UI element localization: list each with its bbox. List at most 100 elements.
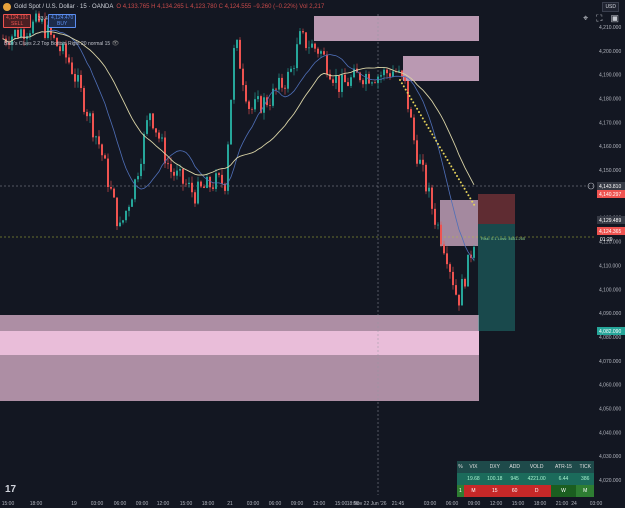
trail-dot <box>438 146 441 149</box>
time-tick: 03:00 <box>424 501 437 507</box>
indicator-legend[interactable]: Blue's Clues 2.2 Top Bottom Right 20 nor… <box>4 40 119 47</box>
candle <box>221 174 223 184</box>
buy-label: BUY <box>56 21 68 27</box>
candle <box>293 68 295 69</box>
candle <box>140 163 142 177</box>
price-tick: 4,190.000 <box>599 73 621 79</box>
candle <box>269 105 271 106</box>
table-header-cell: DXY <box>483 461 507 473</box>
candle <box>350 77 352 86</box>
time-tick: 18:00 <box>30 501 43 507</box>
price-tick: 4,040.000 <box>599 430 621 436</box>
candle <box>398 70 400 72</box>
supply-zone <box>440 200 478 246</box>
table-cell: 19.68 <box>463 473 484 485</box>
trail-dot <box>448 162 451 165</box>
candle <box>92 113 94 138</box>
candle <box>29 33 31 37</box>
candle <box>410 109 412 118</box>
table-cell: 1 <box>457 485 464 497</box>
candle <box>125 210 127 221</box>
candle <box>236 39 238 49</box>
candle <box>194 192 196 204</box>
table-cell: 4221.00 <box>522 473 551 485</box>
time-tick: 15:00 <box>180 501 193 507</box>
crosshair-icon[interactable]: ⌖ <box>583 13 588 24</box>
position-label: Risk: 0.1 Loss: 4651.265 <box>481 236 526 241</box>
candle <box>179 169 181 171</box>
candle <box>302 31 304 33</box>
trail-dot <box>465 191 468 193</box>
currency-button[interactable]: USD <box>602 2 619 12</box>
candle <box>320 51 322 54</box>
trail-dot <box>456 175 458 177</box>
time-tick: 21:45 <box>392 501 405 507</box>
trail-dot <box>412 101 415 104</box>
trail-dot <box>427 127 430 129</box>
price-tick: 4,100.000 <box>599 287 621 293</box>
candle <box>71 62 73 74</box>
candle <box>68 57 70 63</box>
supply-zone <box>403 56 479 81</box>
sell-button[interactable]: 4,124.191 SELL <box>3 14 32 28</box>
trail-dot <box>452 168 455 171</box>
trail-dot <box>454 171 457 174</box>
candle <box>461 278 463 306</box>
candle <box>32 21 34 34</box>
candle <box>290 68 292 72</box>
last-price-label: 4,124.365 <box>599 229 621 235</box>
demand-zone <box>0 331 479 355</box>
fullscreen-icon[interactable]: ⛶ <box>596 13 602 24</box>
trail-dot <box>410 98 413 101</box>
trail-dot <box>444 155 447 158</box>
buy-button[interactable]: 4,124.470 BUY <box>48 14 77 28</box>
price-tick: 4,180.000 <box>599 97 621 103</box>
table-header-row: % VIX DXY ADD VOLD ATR-15 TICK <box>457 461 594 473</box>
table-cell: 6.44 <box>550 473 577 485</box>
trail-dot <box>406 91 409 94</box>
candle <box>386 69 388 74</box>
price-tick: 4,050.000 <box>599 406 621 412</box>
time-tick: 09:00 <box>136 501 149 507</box>
price-tick: 4,070.000 <box>599 359 621 365</box>
candle <box>122 220 124 223</box>
trail-dot <box>467 194 470 197</box>
time-tick: 09:00 <box>291 501 304 507</box>
table-header-cell: ATR-15 <box>550 461 577 473</box>
candle <box>143 133 145 164</box>
candle <box>422 159 424 165</box>
candle <box>449 264 451 272</box>
candle <box>212 187 214 189</box>
candle <box>296 44 298 69</box>
time-tick: 18:00 <box>202 501 215 507</box>
price-chart[interactable]: 4,210.000 4,200.000 4,190.000 4,180.000 4,17… <box>0 0 625 508</box>
price-tick: 4,020.000 <box>599 478 621 484</box>
time-tick: 19 <box>71 501 77 507</box>
symbol-title[interactable]: Gold Spot / U.S. Dollar · 15 · OANDA <box>14 4 113 10</box>
tradingview-logo[interactable]: 17 <box>5 484 16 495</box>
price-tick: 4,200.000 <box>599 49 621 55</box>
candle <box>116 197 118 227</box>
candle <box>431 187 433 209</box>
eye-icon[interactable]: 👁 <box>112 41 120 47</box>
time-tick: 21 <box>227 501 233 507</box>
candle <box>284 87 286 89</box>
candle <box>248 101 250 110</box>
trail-dot <box>435 139 438 142</box>
trail-dot <box>414 104 417 107</box>
trail-dot <box>419 114 422 117</box>
table-cell <box>457 473 464 485</box>
table-cell: 15 <box>483 485 507 497</box>
candle <box>383 69 385 76</box>
camera-icon[interactable]: ▣ <box>610 13 619 24</box>
candle <box>152 113 154 129</box>
candle <box>83 88 85 112</box>
candle <box>173 171 175 176</box>
price-tick: 4,210.000 <box>599 25 621 31</box>
candle <box>407 81 409 110</box>
candle <box>155 128 157 133</box>
time-tick: 12:00 <box>490 501 503 507</box>
candle <box>137 176 139 180</box>
ohlc-values: O 4,133.765 H 4,134.265 L 4,123.780 C 4,… <box>116 4 325 10</box>
candle <box>428 187 430 192</box>
